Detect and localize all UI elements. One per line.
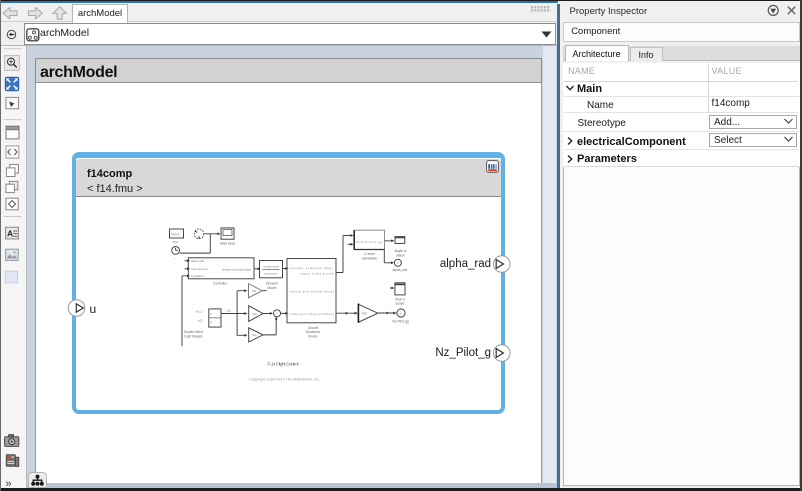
svg-text:alpha (rad): alpha (rad) <box>191 259 204 263</box>
svg-text:Copyright 1990-2014 The MathWo: Copyright 1990-2014 The MathWorks, Inc. <box>249 377 320 381</box>
svg-text:Dynamics: Dynamics <box>306 330 321 334</box>
svg-text:Model: Model <box>309 335 318 339</box>
svg-text:Nz Pilot (g): Nz Pilot (g) <box>393 319 409 323</box>
svg-text:Mw: Mw <box>252 312 257 316</box>
svg-text:muscle nerve: muscle nerve <box>263 265 280 269</box>
svg-text:alpha_rad: alpha_rad <box>392 268 407 272</box>
svg-text:Model: Model <box>268 286 277 290</box>
svg-text:Controller: Controller <box>213 281 228 285</box>
svg-text:vertical gust velocity wGust: vertical gust velocity wGust <box>290 290 334 294</box>
svg-text:Gust Models: Gust Models <box>184 334 203 338</box>
svg-text:G/s: G/s <box>362 312 368 316</box>
svg-text:w(3): w(3) <box>198 320 203 323</box>
svg-text:calculation: calculation <box>362 256 378 260</box>
svg-text:rotary gust qGust (rad/sec): rotary gust qGust (rad/sec) <box>290 312 334 316</box>
svg-text:elevator command (deg): elevator command (deg) <box>290 266 333 270</box>
svg-text:q (rad/sec): q (rad/sec) <box>191 274 204 278</box>
svg-text:Dryden Wind: Dryden Wind <box>184 330 203 334</box>
svg-text:0000: 0000 <box>171 233 180 237</box>
svg-text:t: t <box>175 257 176 260</box>
svg-text:Mq: Mq <box>252 333 256 337</box>
svg-text:u(1): u(1) <box>227 309 232 312</box>
svg-text:Pilot G force (g): Pilot G force (g) <box>357 240 383 244</box>
svg-text:A: A <box>7 229 13 239</box>
svg-text:attack: attack <box>396 253 405 257</box>
svg-text:Pilot: Pilot <box>173 240 178 244</box>
svg-text:Aircraft: Aircraft <box>308 326 319 330</box>
svg-text:elevator command (deg): elevator command (deg) <box>222 267 251 271</box>
svg-text:w(1:2): w(1:2) <box>196 311 203 314</box>
svg-text:w: w <box>210 313 212 316</box>
svg-text:dynamics: dynamics <box>265 272 279 276</box>
svg-text:Stick input: Stick input <box>220 242 235 246</box>
svg-text:»: » <box>6 478 12 488</box>
svg-text:+: + <box>276 312 278 316</box>
svg-text:stick input (in): stick input (in) <box>191 267 208 271</box>
svg-text:scope: scope <box>396 301 405 305</box>
svg-text:output w and q (rad): output w and q (rad) <box>300 271 334 275</box>
svg-text:F-14 Flight Control: F-14 Flight Control <box>268 362 299 367</box>
